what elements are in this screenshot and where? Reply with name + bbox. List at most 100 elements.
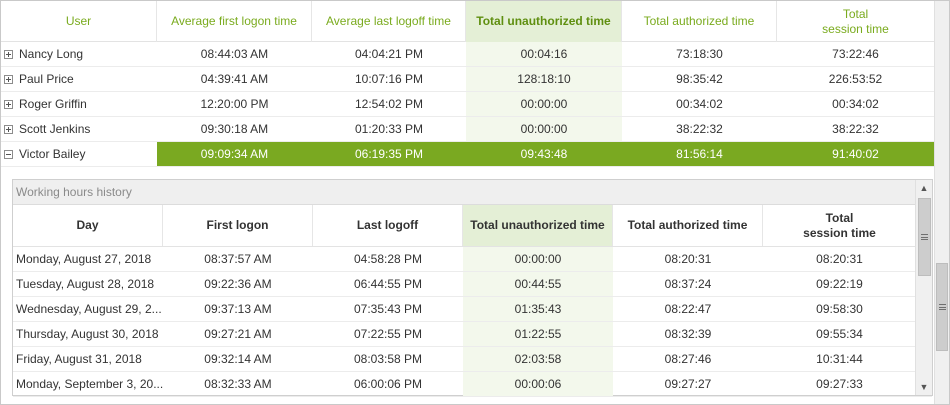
total-authorized-cell: 98:35:42 (676, 72, 723, 86)
total-unauthorized-cell: 00:00:00 (466, 92, 622, 116)
grip-icon (921, 234, 928, 240)
user-cell[interactable]: Victor Bailey (1, 142, 157, 166)
column-header-total-authorized[interactable]: Total authorized time (622, 1, 777, 42)
column-header-day[interactable]: Day (13, 205, 163, 246)
total-session-cell: 08:20:31 (816, 252, 863, 266)
detail-vertical-scrollbar[interactable]: ▲ ▼ (915, 180, 932, 395)
user-name: Nancy Long (19, 47, 84, 61)
total-session-cell: 09:58:30 (816, 302, 863, 316)
total-session-cell: 09:55:34 (816, 327, 863, 341)
last-logoff-cell: 08:03:58 PM (353, 352, 423, 366)
last-logoff-cell: 04:58:28 PM (353, 252, 423, 266)
column-header-first-logon[interactable]: First logon (163, 205, 313, 246)
user-name: Victor Bailey (19, 147, 86, 161)
plus-box-icon[interactable] (4, 99, 13, 109)
avg-last-logoff-cell: 04:04:21 PM (354, 47, 424, 61)
working-hours-report-grid: User Average first logon time Average la… (0, 0, 950, 405)
total-unauthorized-cell: 00:04:16 (466, 42, 622, 66)
column-header-user[interactable]: User (1, 1, 157, 42)
first-logon-cell: 09:32:14 AM (204, 352, 272, 366)
scroll-down-arrow-icon[interactable]: ▼ (916, 379, 932, 395)
detail-scroll-thumb[interactable] (918, 198, 931, 276)
user-name: Scott Jenkins (19, 122, 91, 136)
column-header-total-unauthorized[interactable]: Total unauthorized time (466, 1, 622, 42)
master-vertical-scrollbar[interactable] (934, 1, 949, 404)
table-row[interactable]: Friday, August 31, 2018 09:32:14 AM 08:0… (13, 347, 932, 372)
avg-first-logon-cell: 12:20:00 PM (200, 97, 269, 111)
column-header-total-session[interactable]: Total session time (763, 205, 916, 246)
user-cell[interactable]: Roger Griffin (1, 92, 157, 116)
total-unauthorized-cell: 00:44:55 (463, 272, 613, 296)
day-cell: Friday, August 31, 2018 (16, 352, 142, 366)
master-grid-rows: Nancy Long 08:44:03 AM 04:04:21 PM 00:04… (1, 42, 934, 167)
avg-last-logoff-cell: 01:20:33 PM (354, 122, 424, 136)
table-row[interactable]: Tuesday, August 28, 2018 09:22:36 AM 06:… (13, 272, 932, 297)
last-logoff-cell: 06:00:06 PM (353, 377, 423, 391)
user-cell[interactable]: Paul Price (1, 67, 157, 91)
last-logoff-cell: 06:44:55 PM (353, 277, 423, 291)
total-unauthorized-cell: 01:35:43 (463, 297, 613, 321)
avg-last-logoff-cell: 12:54:02 PM (354, 97, 424, 111)
first-logon-cell: 09:22:36 AM (204, 277, 272, 291)
avg-last-logoff-cell: 10:07:16 PM (354, 72, 424, 86)
total-unauthorized-cell: 128:18:10 (466, 67, 622, 91)
total-session-cell: 38:22:32 (832, 122, 879, 136)
grip-icon (938, 304, 946, 310)
total-authorized-cell: 08:20:31 (664, 252, 712, 266)
avg-first-logon-cell: 09:09:34 AM (157, 142, 312, 166)
table-row-selected[interactable]: Victor Bailey 09:09:34 AM 06:19:35 PM 09… (1, 142, 934, 167)
total-session-cell: 226:53:52 (828, 72, 883, 86)
plus-box-icon[interactable] (4, 49, 13, 59)
table-row[interactable]: Paul Price 04:39:41 AM 10:07:16 PM 128:1… (1, 67, 934, 92)
total-unauthorized-cell: 00:00:00 (463, 247, 613, 271)
working-hours-history-panel: Working hours history Day First logon La… (12, 179, 933, 397)
avg-first-logon-cell: 08:44:03 AM (200, 47, 269, 61)
column-header-total-authorized[interactable]: Total authorized time (613, 205, 763, 246)
column-header-total-session[interactable]: Total session time (777, 1, 934, 42)
total-authorized-cell: 08:37:24 (664, 277, 712, 291)
detail-grid-rows: Monday, August 27, 2018 08:37:57 AM 04:5… (13, 247, 932, 397)
table-row[interactable]: Monday, September 3, 20... 08:32:33 AM 0… (13, 372, 932, 397)
total-unauthorized-cell: 01:22:55 (463, 322, 613, 346)
last-logoff-cell: 07:35:43 PM (353, 302, 423, 316)
total-session-cell: 00:34:02 (832, 97, 879, 111)
master-grid-header: User Average first logon time Average la… (1, 1, 934, 42)
first-logon-cell: 09:27:21 AM (204, 327, 272, 341)
scroll-up-arrow-icon[interactable]: ▲ (916, 180, 932, 196)
total-unauthorized-cell: 09:43:48 (466, 142, 622, 166)
user-cell[interactable]: Nancy Long (1, 42, 157, 66)
avg-first-logon-cell: 09:30:18 AM (200, 122, 269, 136)
total-unauthorized-cell: 00:00:06 (463, 372, 613, 396)
table-row[interactable]: Wednesday, August 29, 2... 09:37:13 AM 0… (13, 297, 932, 322)
table-row[interactable]: Nancy Long 08:44:03 AM 04:04:21 PM 00:04… (1, 42, 934, 67)
total-authorized-cell: 81:56:14 (622, 142, 777, 166)
total-session-cell: 09:27:33 (816, 377, 863, 391)
avg-last-logoff-cell: 06:19:35 PM (312, 142, 466, 166)
column-header-total-unauthorized[interactable]: Total unauthorized time (463, 205, 613, 246)
day-cell: Wednesday, August 29, 2... (16, 302, 162, 316)
total-authorized-cell: 73:18:30 (676, 47, 723, 61)
table-row[interactable]: Scott Jenkins 09:30:18 AM 01:20:33 PM 00… (1, 117, 934, 142)
total-session-cell: 10:31:44 (816, 352, 863, 366)
table-row[interactable]: Roger Griffin 12:20:00 PM 12:54:02 PM 00… (1, 92, 934, 117)
detail-grid-header: Day First logon Last logoff Total unauth… (13, 205, 932, 247)
column-header-avg-first-logon[interactable]: Average first logon time (157, 1, 312, 42)
total-authorized-cell: 09:27:27 (664, 377, 712, 391)
column-header-avg-last-logoff[interactable]: Average last logoff time (312, 1, 466, 42)
minus-box-icon[interactable] (4, 149, 13, 159)
table-row[interactable]: Monday, August 27, 2018 08:37:57 AM 04:5… (13, 247, 932, 272)
total-authorized-cell: 08:27:46 (664, 352, 712, 366)
total-unauthorized-cell: 02:03:58 (463, 347, 613, 371)
master-scroll-thumb[interactable] (936, 263, 948, 351)
user-cell[interactable]: Scott Jenkins (1, 117, 157, 141)
plus-box-icon[interactable] (4, 124, 13, 134)
total-authorized-cell: 08:22:47 (664, 302, 712, 316)
first-logon-cell: 08:32:33 AM (204, 377, 272, 391)
total-session-cell: 09:22:19 (816, 277, 863, 291)
table-row[interactable]: Thursday, August 30, 2018 09:27:21 AM 07… (13, 322, 932, 347)
first-logon-cell: 08:37:57 AM (204, 252, 272, 266)
avg-first-logon-cell: 04:39:41 AM (200, 72, 269, 86)
total-session-cell: 73:22:46 (832, 47, 879, 61)
plus-box-icon[interactable] (4, 74, 13, 84)
column-header-last-logoff[interactable]: Last logoff (313, 205, 463, 246)
